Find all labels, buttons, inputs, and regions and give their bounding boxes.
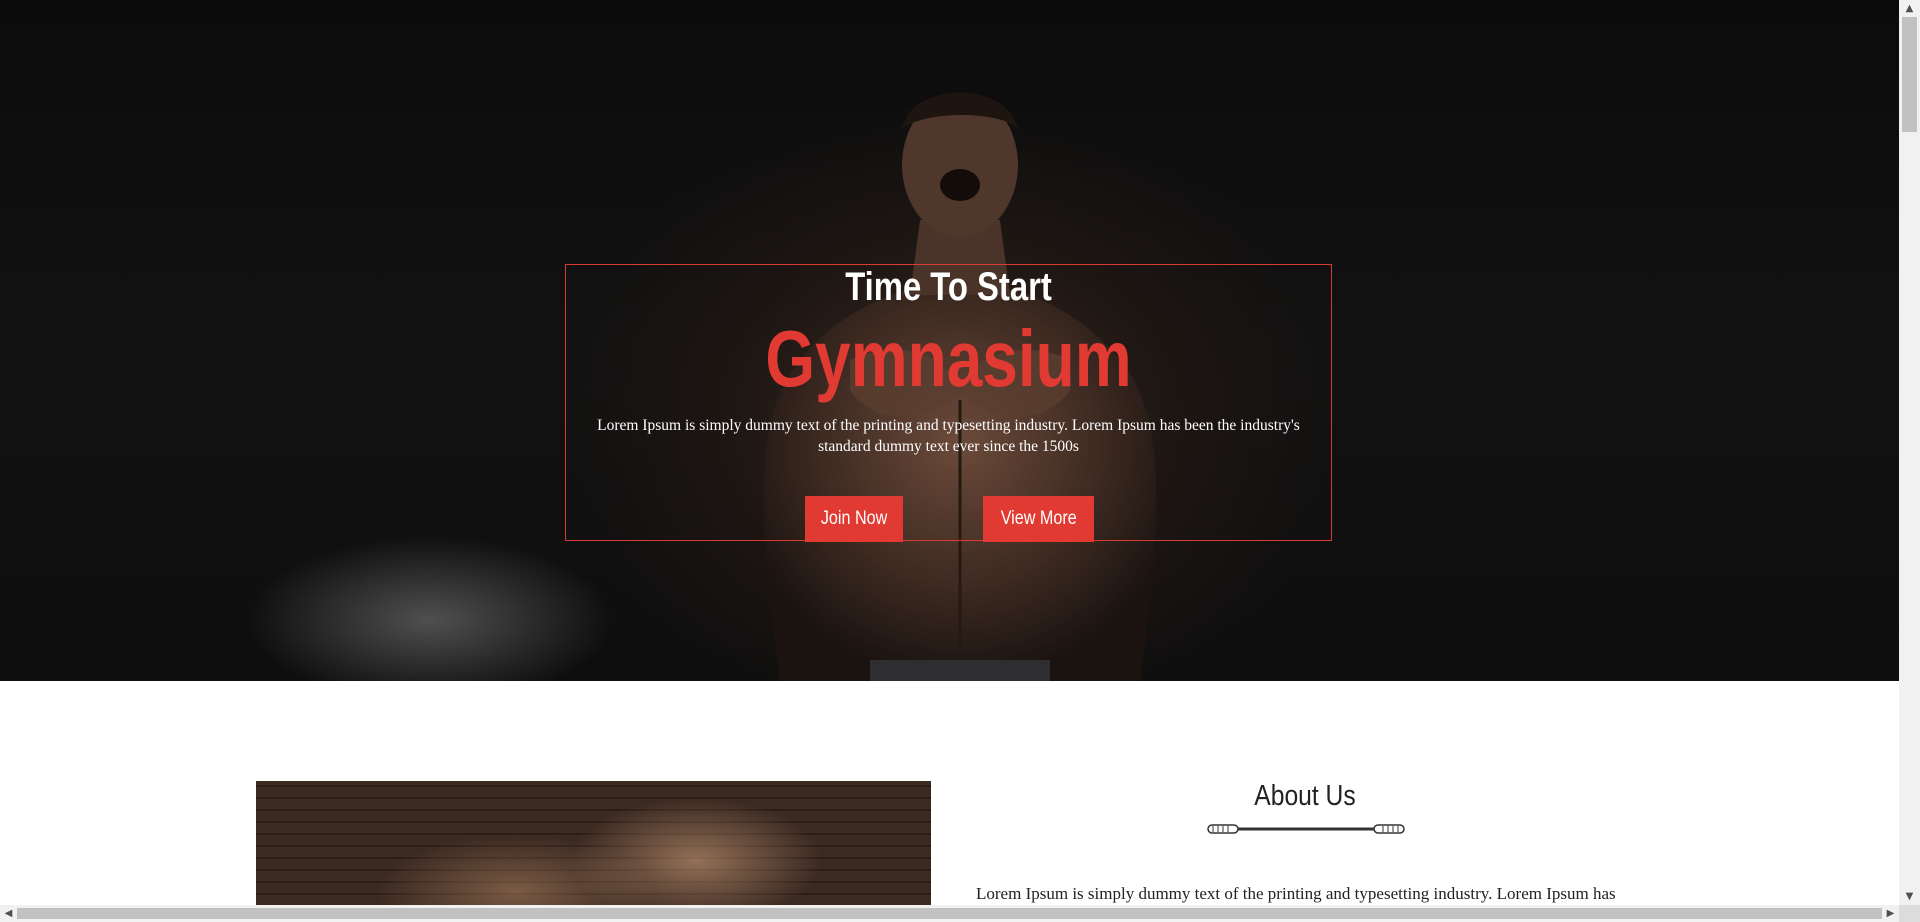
horizontal-scrollbar[interactable]: ◀ ▶ [0,905,1899,922]
vertical-scroll-thumb[interactable] [1902,17,1917,132]
view-more-button[interactable]: View More [983,496,1094,542]
hero-description: Lorem Ipsum is simply dummy text of the … [597,417,1300,455]
scroll-down-arrow-icon[interactable]: ▼ [1899,888,1920,905]
scroll-left-arrow-icon[interactable]: ◀ [0,905,17,922]
scroll-up-arrow-icon[interactable]: ▲ [1899,0,1920,17]
hero-pretitle: Time To Start [845,265,1052,309]
view-more-label: View More [1000,508,1077,529]
dumbbell-divider-icon [1207,824,1405,834]
hero-content-box: Time To Start Gymnasium Lorem Ipsum is s… [565,264,1332,542]
about-description: Lorem Ipsum is simply dummy text of the … [976,884,1616,903]
join-now-button[interactable]: Join Now [805,496,903,542]
vertical-scrollbar[interactable]: ▲ ▼ [1899,0,1920,905]
about-heading: About Us [1254,780,1356,812]
join-now-label: Join Now [820,508,888,529]
scroll-right-arrow-icon[interactable]: ▶ [1882,905,1899,922]
hero-section: Time To Start Gymnasium Lorem Ipsum is s… [0,0,1899,681]
about-group-photo [256,781,931,905]
scrollbar-corner [1899,905,1920,922]
horizontal-scroll-thumb[interactable] [17,908,1882,919]
hero-title: Gymnasium [765,314,1132,403]
page-viewport: Time To Start Gymnasium Lorem Ipsum is s… [0,0,1899,905]
